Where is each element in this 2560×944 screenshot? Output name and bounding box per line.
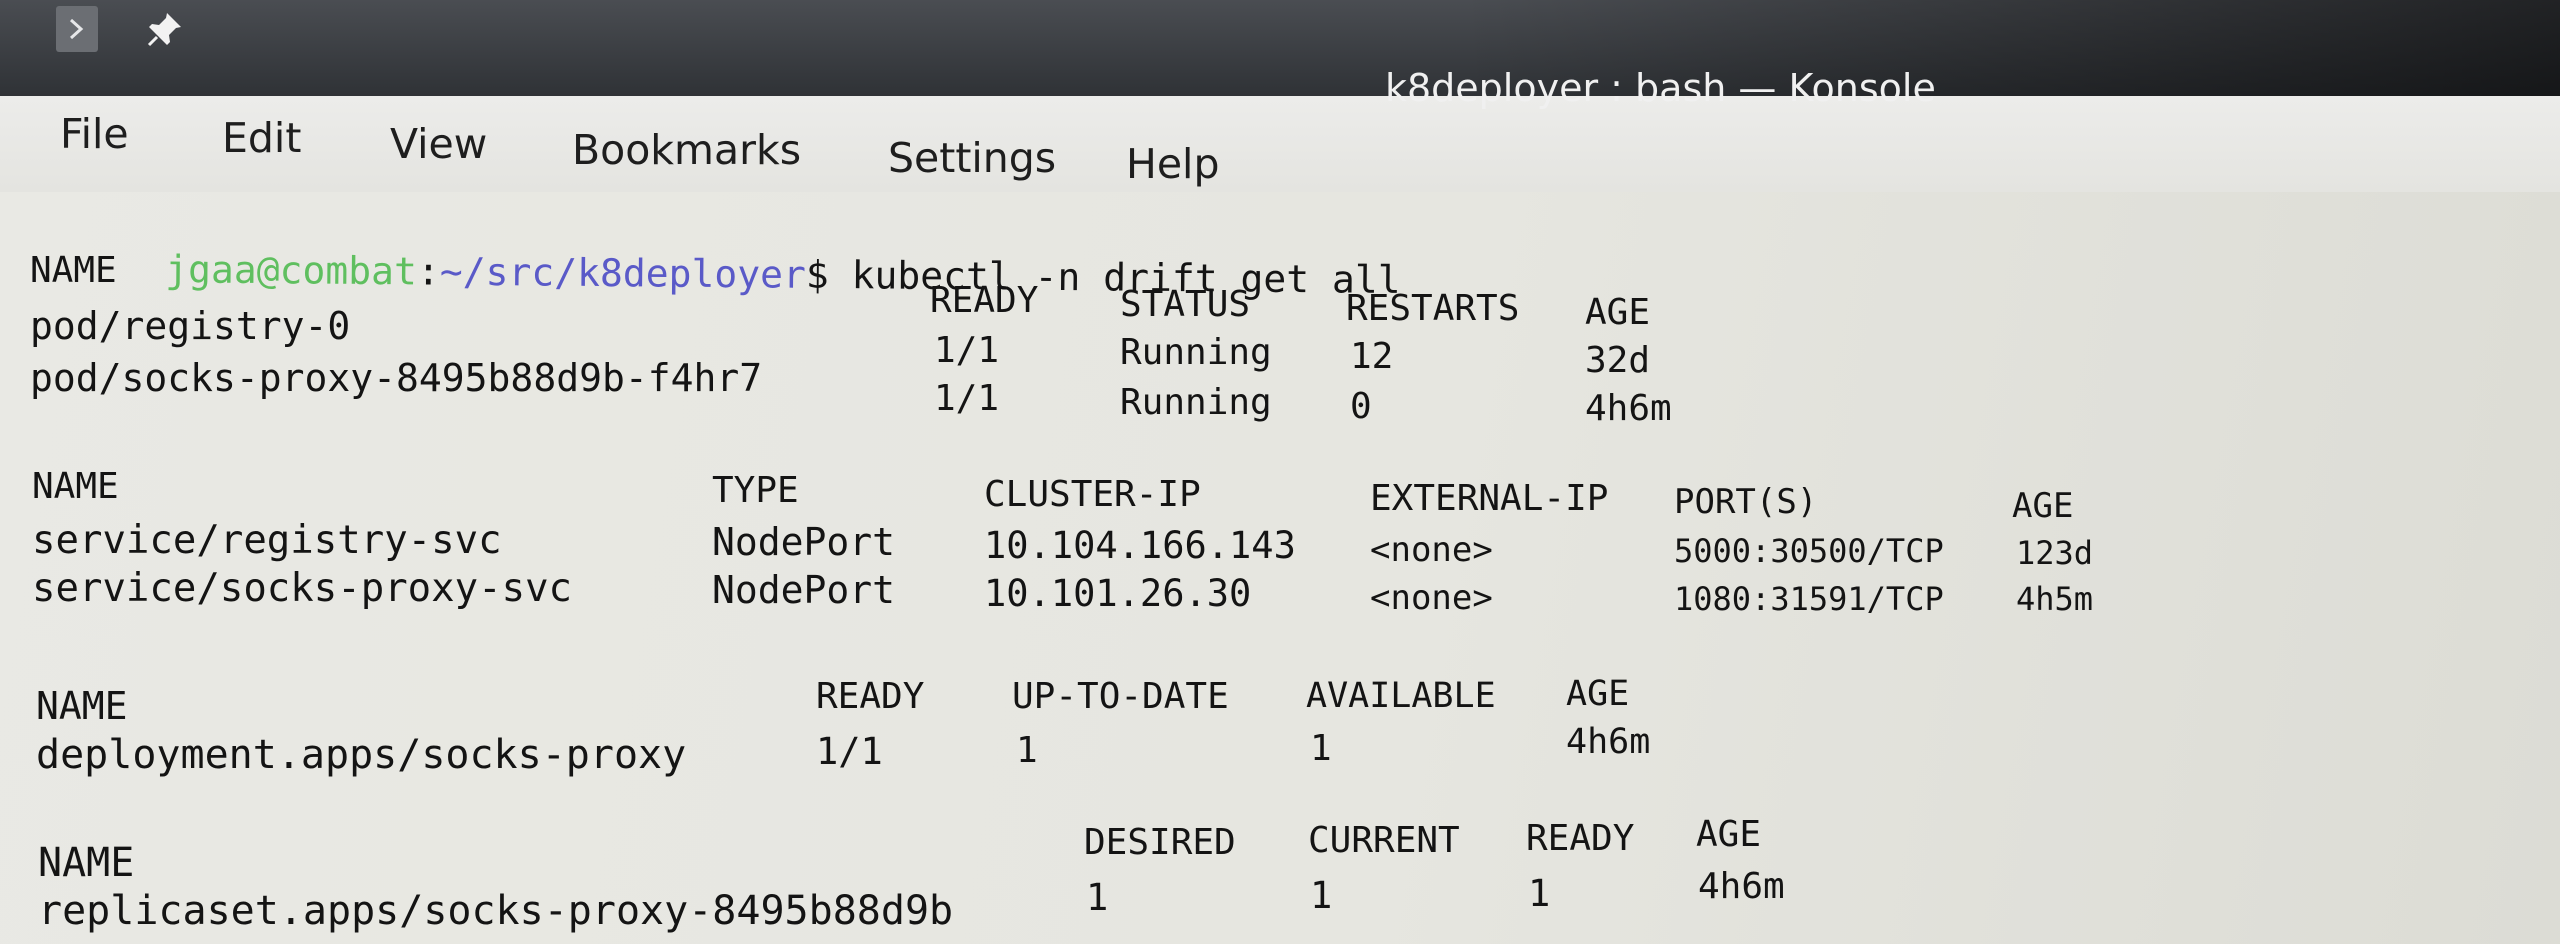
svc-row-ports: 5000:30500/TCP: [1674, 532, 1944, 570]
svc-header-type: TYPE: [712, 470, 799, 511]
pod-row-restarts: 12: [1350, 336, 1394, 377]
pods-header-status: STATUS: [1120, 284, 1251, 325]
deploy-row-age: 4h6m: [1566, 722, 1651, 762]
deploy-header-ready: READY: [816, 676, 925, 717]
pods-header-name: NAME: [30, 250, 117, 291]
deploy-row-available: 1: [1310, 728, 1332, 769]
window-title: k8deployer : bash — Konsole: [1385, 66, 1936, 110]
menu-file[interactable]: File: [60, 110, 129, 158]
rs-row-age: 4h6m: [1698, 866, 1785, 907]
deploy-header-available: AVAILABLE: [1306, 676, 1496, 716]
menu-bar: File Edit View Bookmarks Settings Help: [0, 96, 2560, 192]
prompt-separator: :: [416, 249, 441, 294]
menu-edit[interactable]: Edit: [222, 114, 301, 162]
terminal-output[interactable]: jgaa@combat:~/src/k8deployer$ kubectl -n…: [0, 192, 2560, 944]
svc-row-age: 123d: [2016, 534, 2094, 572]
svc-row-cluster-ip: 10.101.26.30: [984, 572, 1252, 615]
svc-row-name: service/socks-proxy-svc: [32, 566, 573, 611]
pods-header-ready: READY: [930, 280, 1039, 321]
pods-header-age: AGE: [1585, 292, 1651, 333]
rs-row-ready: 1: [1528, 872, 1551, 915]
pod-row-name: pod/socks-proxy-8495b88d9b-f4hr7: [30, 356, 763, 400]
rs-row-current: 1: [1310, 874, 1333, 917]
deploy-row-name: deployment.apps/socks-proxy: [36, 732, 687, 778]
deploy-row-up-to-date: 1: [1016, 730, 1038, 771]
prompt-user-host: jgaa@combat: [165, 247, 418, 294]
rs-header-desired: DESIRED: [1084, 822, 1236, 863]
svc-row-external-ip: <none>: [1370, 578, 1493, 618]
svc-header-ports: PORT(S): [1674, 482, 1818, 522]
prompt-command: kubectl -n drift get all: [828, 252, 1401, 302]
deploy-header-up-to-date: UP-TO-DATE: [1012, 676, 1229, 717]
svc-header-external-ip: EXTERNAL-IP: [1370, 478, 1609, 519]
prompt-symbol: $: [805, 252, 829, 297]
rs-header-current: CURRENT: [1308, 820, 1460, 861]
prompt-path: ~/src/k8deployer: [439, 249, 807, 297]
pod-row-ready: 1/1: [934, 330, 1000, 371]
rs-row-name: replicaset.apps/socks-proxy-8495b88d9b: [38, 888, 954, 934]
terminal-menu-icon[interactable]: [56, 6, 98, 52]
menu-view[interactable]: View: [390, 120, 487, 168]
menu-settings[interactable]: Settings: [888, 134, 1056, 182]
pod-row-ready: 1/1: [934, 378, 1000, 419]
pods-header-restarts: RESTARTS: [1346, 288, 1520, 329]
rs-row-desired: 1: [1086, 876, 1109, 919]
svc-row-type: NodePort: [712, 568, 896, 612]
svc-header-age: AGE: [2012, 486, 2074, 526]
rs-header-ready: READY: [1526, 818, 1635, 859]
pod-row-status: Running: [1120, 332, 1272, 373]
svc-row-external-ip: <none>: [1370, 530, 1493, 570]
rs-header-age: AGE: [1696, 814, 1762, 855]
pod-row-restarts: 0: [1350, 386, 1372, 427]
svc-row-ports: 1080:31591/TCP: [1674, 580, 1944, 618]
deploy-header-age: AGE: [1566, 674, 1630, 714]
pod-row-age: 4h6m: [1585, 388, 1672, 429]
pod-row-age: 32d: [1585, 340, 1651, 381]
rs-header-name: NAME: [38, 840, 135, 886]
svc-row-name: service/registry-svc: [32, 518, 502, 563]
svc-row-type: NodePort: [712, 520, 896, 564]
deploy-row-ready: 1/1: [816, 730, 883, 773]
konsole-window: k8deployer : bash — Konsole File Edit Vi…: [0, 0, 2560, 944]
svc-row-age: 4h5m: [2016, 580, 2094, 618]
svc-row-cluster-ip: 10.104.166.143: [984, 524, 1296, 567]
pod-row-status: Running: [1120, 382, 1272, 423]
pin-icon[interactable]: [140, 6, 190, 52]
svc-header-name: NAME: [32, 466, 119, 507]
title-bar: k8deployer : bash — Konsole: [0, 0, 2560, 110]
svc-header-cluster-ip: CLUSTER-IP: [984, 474, 1201, 515]
pod-row-name: pod/registry-0: [30, 304, 351, 348]
menu-bookmarks[interactable]: Bookmarks: [572, 126, 801, 174]
deploy-header-name: NAME: [36, 684, 128, 728]
menu-help[interactable]: Help: [1126, 140, 1219, 188]
